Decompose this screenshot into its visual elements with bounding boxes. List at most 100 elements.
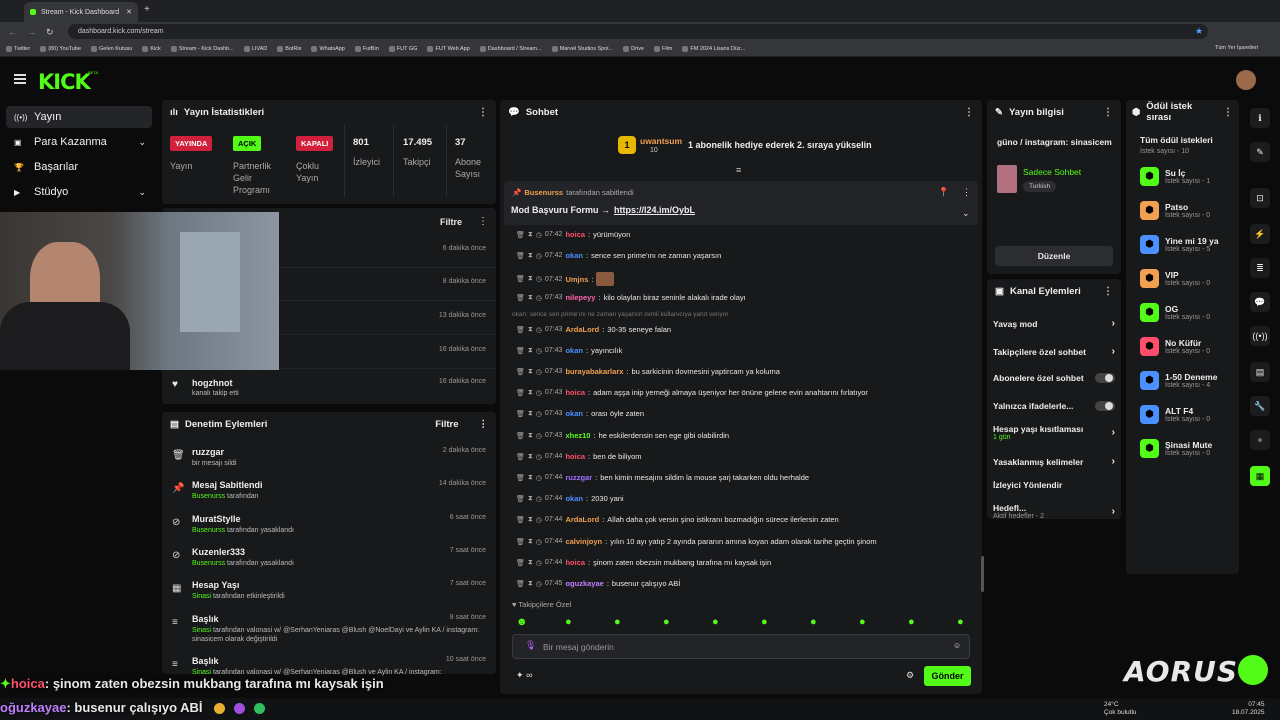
share-icon[interactable]: ⚬	[1250, 430, 1270, 450]
forward-icon[interactable]: →	[27, 27, 36, 37]
delete-icon[interactable]: 🗑	[516, 347, 525, 355]
chevron-right-icon[interactable]: ›	[1112, 427, 1115, 438]
bookmark-item[interactable]: Dashboard / Stream...	[479, 46, 542, 52]
chat-username[interactable]: hoica	[565, 388, 585, 397]
info-icon[interactable]: ℹ	[1250, 108, 1270, 128]
chat-username[interactable]: okan	[565, 346, 583, 355]
delete-icon[interactable]: 🗑	[516, 252, 525, 260]
wrench-icon[interactable]: 🔧	[1250, 396, 1270, 416]
timeout-icon[interactable]: ⧗	[528, 516, 533, 524]
delete-icon[interactable]: 🗑	[516, 474, 525, 482]
timeout-icon[interactable]: ⧗	[528, 294, 533, 302]
server-icon[interactable]: ▤	[1250, 362, 1270, 382]
emoji-icon[interactable]: ☺	[953, 641, 961, 650]
chat-username[interactable]: okan	[565, 251, 583, 260]
chat-username[interactable]: hoica	[565, 452, 585, 461]
timeout-icon[interactable]: ⧗	[528, 368, 533, 376]
bookmark-item[interactable]: FUT Web App	[427, 46, 470, 52]
emote-icon[interactable]: ●	[859, 616, 866, 628]
timeout-icon[interactable]: ⧗	[528, 410, 533, 418]
kebab-icon[interactable]: ⋮	[964, 107, 974, 118]
bookmark-item[interactable]: BotRix	[277, 46, 301, 52]
sidebar-item-2[interactable]: 🏆 Başarılar	[6, 156, 152, 178]
chat-username[interactable]: oguzkayae	[565, 579, 603, 588]
bookmark-item[interactable]: LIVAD	[243, 46, 267, 52]
chat-username[interactable]: burayabakarlarx	[565, 367, 623, 376]
chevron-right-icon[interactable]: ›	[1112, 318, 1115, 329]
chat-username[interactable]: okan	[565, 494, 583, 503]
chat-username[interactable]: nilepeyy	[565, 293, 595, 302]
add-widget-icon[interactable]: ▦	[1250, 466, 1270, 486]
chat-username[interactable]: ruzzgar	[565, 473, 592, 482]
activity-filter-button[interactable]: Filtre	[440, 217, 462, 227]
send-button[interactable]: Gönder	[924, 666, 971, 686]
discord-icon[interactable]	[234, 703, 245, 714]
reward-item[interactable]: ⬢ OG İstek sayısı - 0	[1140, 303, 1210, 322]
channel-action-item[interactable]: Yasaklanmış kelimeler ›	[993, 456, 1115, 467]
delete-icon[interactable]: 🗑	[516, 453, 525, 461]
tab-close-icon[interactable]: ✕	[126, 8, 132, 16]
all-bookmarks[interactable]: Tüm Yer İşaretleri	[1215, 45, 1258, 51]
channel-action-item[interactable]: Hesap yaşı kısıtlaması 1 gün ›	[993, 424, 1115, 441]
emote-icon[interactable]: ●	[761, 616, 768, 628]
unpin-icon[interactable]: 📍	[938, 187, 949, 198]
reward-item[interactable]: ⬢ Su İç İstek sayısı - 1	[1140, 167, 1210, 186]
bookmark-star-icon[interactable]: ★	[1195, 26, 1203, 37]
chat-settings-icon[interactable]: ⚙	[906, 670, 914, 681]
broadcast-icon[interactable]: ((•))	[1250, 326, 1270, 346]
reward-item[interactable]: ⬢ Yine mi 19 ya İstek sayısı - 5	[1140, 235, 1219, 254]
chevron-down-icon[interactable]: ⌄	[138, 137, 146, 148]
collapse-icon[interactable]: ≡	[736, 165, 741, 175]
emote-icon[interactable]: ●	[712, 616, 719, 628]
bookmark-item[interactable]: WhatsApp	[311, 46, 345, 52]
timeout-icon[interactable]: ⧗	[528, 559, 533, 567]
bolt-icon[interactable]: ⚡	[1250, 224, 1270, 244]
menu-icon[interactable]	[14, 74, 26, 84]
emote-icon[interactable]: ●	[810, 616, 817, 628]
url-input[interactable]: dashboard.kick.com/stream	[68, 24, 1208, 39]
chat-username[interactable]: calvinjoyn	[565, 537, 602, 546]
bookmark-item[interactable]: FUT GG	[388, 46, 417, 52]
emote-icon[interactable]: ●	[614, 616, 621, 628]
edit-stream-button[interactable]: Düzenle	[995, 246, 1113, 266]
sidebar-item-1[interactable]: ▣ Para Kazanma ⌄	[6, 131, 152, 153]
kebab-icon[interactable]: ⋮	[1103, 107, 1113, 118]
spotify-icon[interactable]	[254, 703, 265, 714]
delete-icon[interactable]: 🗑	[516, 294, 525, 302]
chat-username[interactable]: Umjns	[565, 275, 588, 284]
bookmark-item[interactable]: Gelen Kutusu	[91, 46, 132, 52]
delete-icon[interactable]: 🗑	[516, 410, 525, 418]
bookmark-item[interactable]: FutBin	[354, 46, 379, 52]
timeout-icon[interactable]: ⧗	[528, 432, 533, 440]
timeout-icon[interactable]: ⧗	[528, 580, 533, 588]
chevron-right-icon[interactable]: ›	[1112, 346, 1115, 357]
delete-icon[interactable]: 🗑	[516, 432, 525, 440]
channel-action-item[interactable]: Takipçilere özel sohbet ›	[993, 346, 1115, 357]
chat-username[interactable]: hoica	[565, 230, 585, 239]
reward-item[interactable]: ⬢ Şinasi Mute İstek sayısı - 0	[1140, 439, 1212, 458]
bookmark-item[interactable]: Marvel Studios Spoi...	[551, 46, 613, 52]
emote-icon[interactable]: ●	[565, 616, 572, 628]
timeout-icon[interactable]: ⧗	[528, 538, 533, 546]
emote-icon[interactable]: ●	[957, 616, 964, 628]
delete-icon[interactable]: 🗑	[516, 368, 525, 376]
list-icon[interactable]: ≣	[1250, 258, 1270, 278]
chrome-icon[interactable]	[214, 703, 225, 714]
channel-action-item[interactable]: Yavaş mod ›	[993, 318, 1115, 329]
bookmark-item[interactable]: Film	[653, 46, 672, 52]
bookmark-item[interactable]: (80) YouTube	[40, 46, 81, 52]
reload-icon[interactable]: ↻	[46, 27, 54, 38]
crop-icon[interactable]: ⊡	[1250, 188, 1270, 208]
kebab-icon[interactable]: ⋮	[1223, 107, 1233, 118]
chat-username[interactable]: okan	[565, 409, 583, 418]
channel-action-item[interactable]: Abonelere özel sohbet	[993, 373, 1115, 383]
kebab-icon[interactable]: ⋮	[1103, 286, 1113, 297]
delete-icon[interactable]: 🗑	[516, 389, 525, 397]
timeout-icon[interactable]: ⧗	[528, 453, 533, 461]
reward-item[interactable]: ⬢ ALT F4 İstek sayısı - 0	[1140, 405, 1210, 424]
kebab-icon[interactable]: ⋮	[479, 419, 489, 430]
toggle-switch[interactable]	[1095, 401, 1115, 411]
new-tab-icon[interactable]: +	[144, 4, 150, 15]
timeout-icon[interactable]: ⧗	[528, 474, 533, 482]
chat-username[interactable]: ArdaLord	[565, 515, 599, 524]
